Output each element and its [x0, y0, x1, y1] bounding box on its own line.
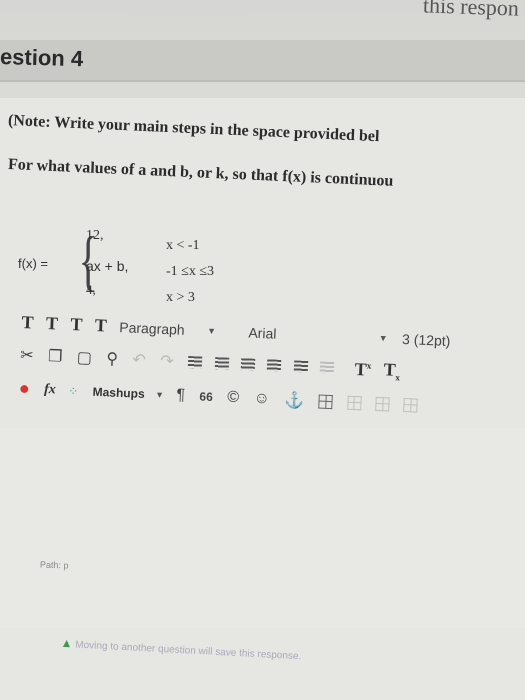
question-title: estion 4 [0, 44, 84, 72]
quote-icon[interactable]: 66 [199, 389, 213, 404]
status-path: Path: p [39, 559, 69, 571]
warning-icon: ▲ [60, 635, 73, 651]
subscript-label: T [383, 359, 397, 380]
scissors-icon[interactable]: ✂ [20, 345, 34, 366]
case-condition: -1 ≤x ≤3 [166, 264, 215, 279]
italic-button[interactable]: T [46, 313, 59, 334]
superscript-button[interactable]: Tx [354, 359, 371, 381]
font-dropdown-icon[interactable]: ▼ [379, 332, 388, 342]
align-justify-icon[interactable] [267, 359, 282, 373]
superscript-label: T [354, 358, 368, 380]
bold-button[interactable]: T [21, 312, 34, 333]
redo-icon[interactable]: ↷ [160, 351, 174, 372]
function-label: f(x) = [18, 256, 48, 271]
record-icon[interactable]: ● [18, 378, 30, 399]
answer-edit-area[interactable] [0, 428, 525, 628]
case-condition: x < -1 [166, 238, 200, 253]
case-value: ax + b, [86, 258, 129, 274]
font-size-select[interactable]: 3 (12pt) [402, 330, 451, 348]
pilcrow-icon[interactable]: ¶ [176, 386, 185, 404]
bullet-list-icon[interactable] [293, 360, 309, 374]
font-select[interactable]: Arial [248, 324, 277, 341]
piecewise-function: f(x) = { 12, ax + b, 4, x < -1 -1 ≤x ≤3 … [18, 226, 278, 316]
case-condition: x > 3 [166, 290, 195, 305]
align-left-icon[interactable] [187, 356, 203, 369]
copy-icon[interactable]: ❐ [48, 346, 63, 367]
table-icon[interactable] [318, 394, 333, 409]
mashups-select[interactable]: Mashups [92, 385, 145, 401]
case-value: 12, [86, 228, 104, 243]
paragraph-dropdown-icon[interactable]: ▼ [207, 325, 216, 335]
underline-button[interactable]: T [70, 314, 83, 335]
mashups-dropdown-icon[interactable]: ▼ [155, 389, 164, 399]
case-value: 4, [86, 282, 96, 297]
search-icon[interactable]: ⚲ [106, 349, 119, 369]
subscript-button[interactable]: Tx [383, 359, 400, 382]
strikethrough-button[interactable]: T [94, 315, 108, 336]
undo-icon[interactable]: ↶ [132, 350, 146, 371]
anchor-icon[interactable]: ⚓ [284, 390, 305, 411]
emoji-icon[interactable]: ☺ [253, 389, 270, 408]
paragraph-select[interactable]: Paragraph [119, 319, 185, 338]
formula-button[interactable]: fx [44, 382, 56, 398]
copyright-icon[interactable]: © [227, 388, 239, 406]
header-partial-text: this respon [422, 0, 520, 21]
table-row-icon[interactable] [346, 395, 362, 410]
align-center-icon[interactable] [214, 357, 229, 370]
table-cell-icon[interactable] [403, 397, 419, 413]
align-right-icon[interactable] [240, 358, 256, 372]
paste-icon[interactable]: ▢ [76, 348, 92, 369]
numbered-list-icon[interactable] [320, 361, 335, 375]
mashups-icon[interactable]: ⁘ [68, 384, 79, 398]
table-col-icon[interactable] [375, 396, 390, 411]
